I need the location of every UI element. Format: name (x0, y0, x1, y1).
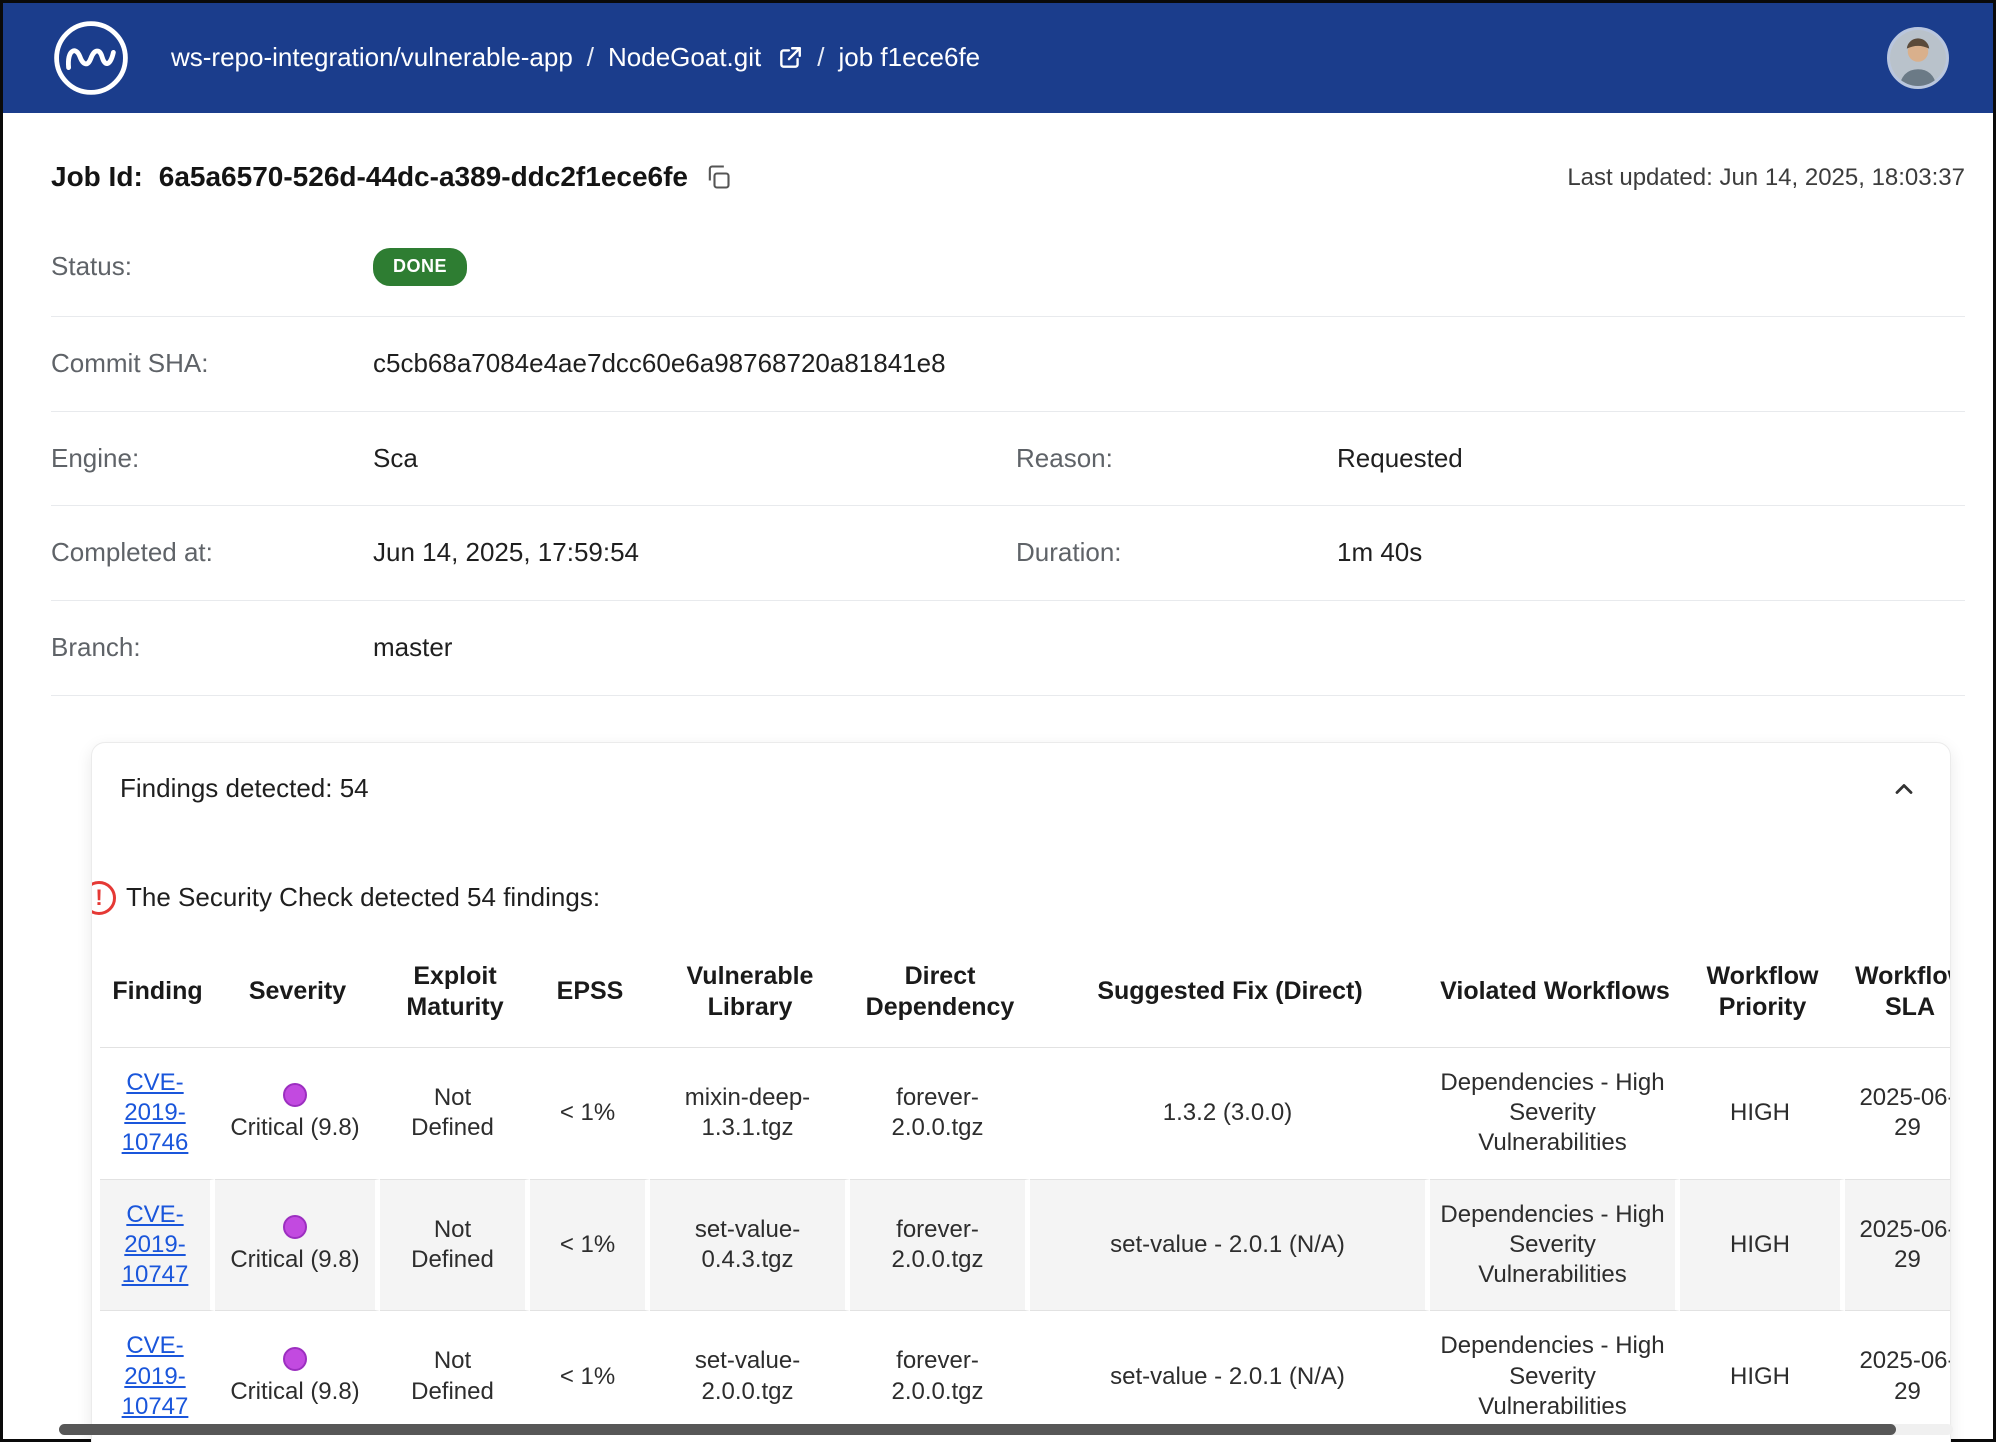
user-avatar[interactable] (1887, 27, 1949, 89)
external-link-icon[interactable] (777, 45, 803, 71)
exploit-maturity-cell: Not Defined (380, 1048, 530, 1180)
status-label: Status: (51, 250, 373, 284)
suggested-fix-cell: set-value - 2.0.1 (N/A) (1030, 1180, 1430, 1312)
finding-cell: CVE-2019-10747 (100, 1311, 215, 1442)
findings-card: Findings detected: 54 ! The Security Che… (91, 742, 1951, 1442)
app-logo[interactable] (51, 18, 131, 98)
finding-cell: CVE-2019-10746 (100, 1048, 215, 1180)
vulnerable-library-cell: mixin-deep-1.3.1.tgz (650, 1048, 850, 1180)
page: { "header": { "breadcrumb": { "repo": "w… (0, 0, 1996, 1442)
severity-critical-icon (283, 1083, 307, 1107)
reason-label: Reason: (1016, 442, 1337, 476)
field-row-commit: Commit SHA: c5cb68a7084e4ae7dcc60e6a9876… (51, 317, 1965, 412)
exploit-maturity-cell: Not Defined (380, 1311, 530, 1442)
chevron-up-icon[interactable] (1886, 771, 1922, 807)
violated-workflows-cell: Dependencies - High Severity Vulnerabili… (1430, 1311, 1680, 1442)
commit-sha-label: Commit SHA: (51, 347, 373, 381)
workflow-sla-cell: 2025-06-29 (1845, 1180, 1951, 1312)
workflow-priority-cell: HIGH (1680, 1048, 1845, 1180)
violated-workflows-cell: Dependencies - High Severity Vulnerabili… (1430, 1180, 1680, 1312)
col-header-epss: EPSS (530, 943, 650, 1048)
breadcrumb-repo[interactable]: ws-repo-integration/vulnerable-app (171, 41, 573, 75)
cve-link[interactable]: CVE-2019-10747 (122, 1201, 189, 1288)
alert-error-icon: ! (91, 881, 116, 915)
severity-critical-icon (283, 1347, 307, 1371)
direct-dependency-cell: forever-2.0.0.tgz (850, 1311, 1030, 1442)
col-header-exploit-maturity: Exploit Maturity (380, 943, 530, 1048)
branch-value: master (373, 631, 1965, 665)
violated-workflows-cell: Dependencies - High Severity Vulnerabili… (1430, 1048, 1680, 1180)
col-header-finding: Finding (100, 943, 215, 1048)
col-header-direct-dependency: Direct Dependency (850, 943, 1030, 1048)
breadcrumb-separator: / (587, 41, 594, 75)
findings-card-title: Findings detected: 54 (120, 772, 369, 806)
field-row-engine-reason: Engine: Sca Reason: Requested (51, 412, 1965, 507)
table-row: CVE-2019-10747 Critical (9.8) Not Define… (100, 1180, 1951, 1312)
horizontal-scrollbar (59, 1424, 1953, 1435)
suggested-fix-cell: 1.3.2 (3.0.0) (1030, 1048, 1430, 1180)
direct-dependency-cell: forever-2.0.0.tgz (850, 1048, 1030, 1180)
field-row-completed-duration: Completed at: Jun 14, 2025, 17:59:54 Dur… (51, 506, 1965, 601)
table-row: CVE-2019-10747 Critical (9.8) Not Define… (100, 1311, 1951, 1442)
workflow-sla-cell: 2025-06-29 (1845, 1048, 1951, 1180)
epss-cell: < 1% (530, 1048, 650, 1180)
severity-cell: Critical (9.8) (215, 1048, 380, 1180)
completed-at-label: Completed at: (51, 536, 373, 570)
app-header: ws-repo-integration/vulnerable-app / Nod… (3, 3, 1993, 113)
workflow-sla-cell: 2025-06-29 (1845, 1311, 1951, 1442)
last-updated: Last updated: Jun 14, 2025, 18:03:37 (1567, 162, 1965, 193)
commit-sha-value: c5cb68a7084e4ae7dcc60e6a98768720a81841e8 (373, 347, 1965, 381)
workflow-priority-cell: HIGH (1680, 1180, 1845, 1312)
breadcrumb-separator: / (817, 41, 824, 75)
direct-dependency-cell: forever-2.0.0.tgz (850, 1180, 1030, 1312)
field-row-branch: Branch: master (51, 601, 1965, 696)
suggested-fix-cell: set-value - 2.0.1 (N/A) (1030, 1311, 1430, 1442)
severity-text: Critical (9.8) (225, 1113, 365, 1143)
copy-icon[interactable] (704, 162, 734, 192)
breadcrumb-job: job f1ece6fe (838, 41, 980, 75)
scrollbar-thumb[interactable] (59, 1424, 1896, 1435)
job-id-value: 6a5a6570-526d-44dc-a389-ddc2f1ece6fe (159, 159, 688, 195)
col-header-severity: Severity (215, 943, 380, 1048)
breadcrumb: ws-repo-integration/vulnerable-app / Nod… (171, 41, 1847, 75)
duration-value: 1m 40s (1337, 536, 1965, 570)
workflow-priority-cell: HIGH (1680, 1311, 1845, 1442)
job-header: Job Id: 6a5a6570-526d-44dc-a389-ddc2f1ec… (51, 159, 1965, 195)
job-id-label: Job Id: (51, 159, 143, 195)
col-header-violated-workflows: Violated Workflows (1430, 943, 1680, 1048)
engine-label: Engine: (51, 442, 373, 476)
severity-cell: Critical (9.8) (215, 1180, 380, 1312)
findings-alert: ! The Security Check detected 54 finding… (96, 881, 1922, 915)
vulnerable-library-cell: set-value-0.4.3.tgz (650, 1180, 850, 1312)
completed-at-value: Jun 14, 2025, 17:59:54 (373, 536, 1016, 570)
engine-value: Sca (373, 442, 1016, 476)
exploit-maturity-cell: Not Defined (380, 1180, 530, 1312)
severity-text: Critical (9.8) (225, 1245, 365, 1275)
findings-table-wrap: Finding Severity Exploit Maturity EPSS V… (100, 943, 1942, 1442)
severity-critical-icon (283, 1215, 307, 1239)
field-row-status: Status: DONE (51, 221, 1965, 316)
breadcrumb-project[interactable]: NodeGoat.git (608, 41, 761, 75)
col-header-workflow-priority: Workflow Priority (1680, 943, 1845, 1048)
vulnerable-library-cell: set-value-2.0.0.tgz (650, 1311, 850, 1442)
findings-alert-text: The Security Check detected 54 findings: (126, 881, 600, 915)
finding-cell: CVE-2019-10747 (100, 1180, 215, 1312)
status-badge: DONE (373, 248, 467, 285)
cve-link[interactable]: CVE-2019-10746 (122, 1069, 189, 1156)
job-detail-panel: Job Id: 6a5a6570-526d-44dc-a389-ddc2f1ec… (3, 113, 1993, 1442)
severity-text: Critical (9.8) (225, 1377, 365, 1407)
epss-cell: < 1% (530, 1180, 650, 1312)
table-header-row: Finding Severity Exploit Maturity EPSS V… (100, 943, 1951, 1048)
table-row: CVE-2019-10746 Critical (9.8) Not Define… (100, 1048, 1951, 1180)
findings-table: Finding Severity Exploit Maturity EPSS V… (100, 943, 1951, 1442)
reason-value: Requested (1337, 442, 1965, 476)
epss-cell: < 1% (530, 1311, 650, 1442)
severity-cell: Critical (9.8) (215, 1311, 380, 1442)
col-header-suggested-fix: Suggested Fix (Direct) (1030, 943, 1430, 1048)
duration-label: Duration: (1016, 536, 1337, 570)
branch-label: Branch: (51, 631, 373, 665)
col-header-vulnerable-library: Vulnerable Library (650, 943, 850, 1048)
col-header-workflow-sla: Workflow SLA (1845, 943, 1951, 1048)
cve-link[interactable]: CVE-2019-10747 (122, 1332, 189, 1419)
